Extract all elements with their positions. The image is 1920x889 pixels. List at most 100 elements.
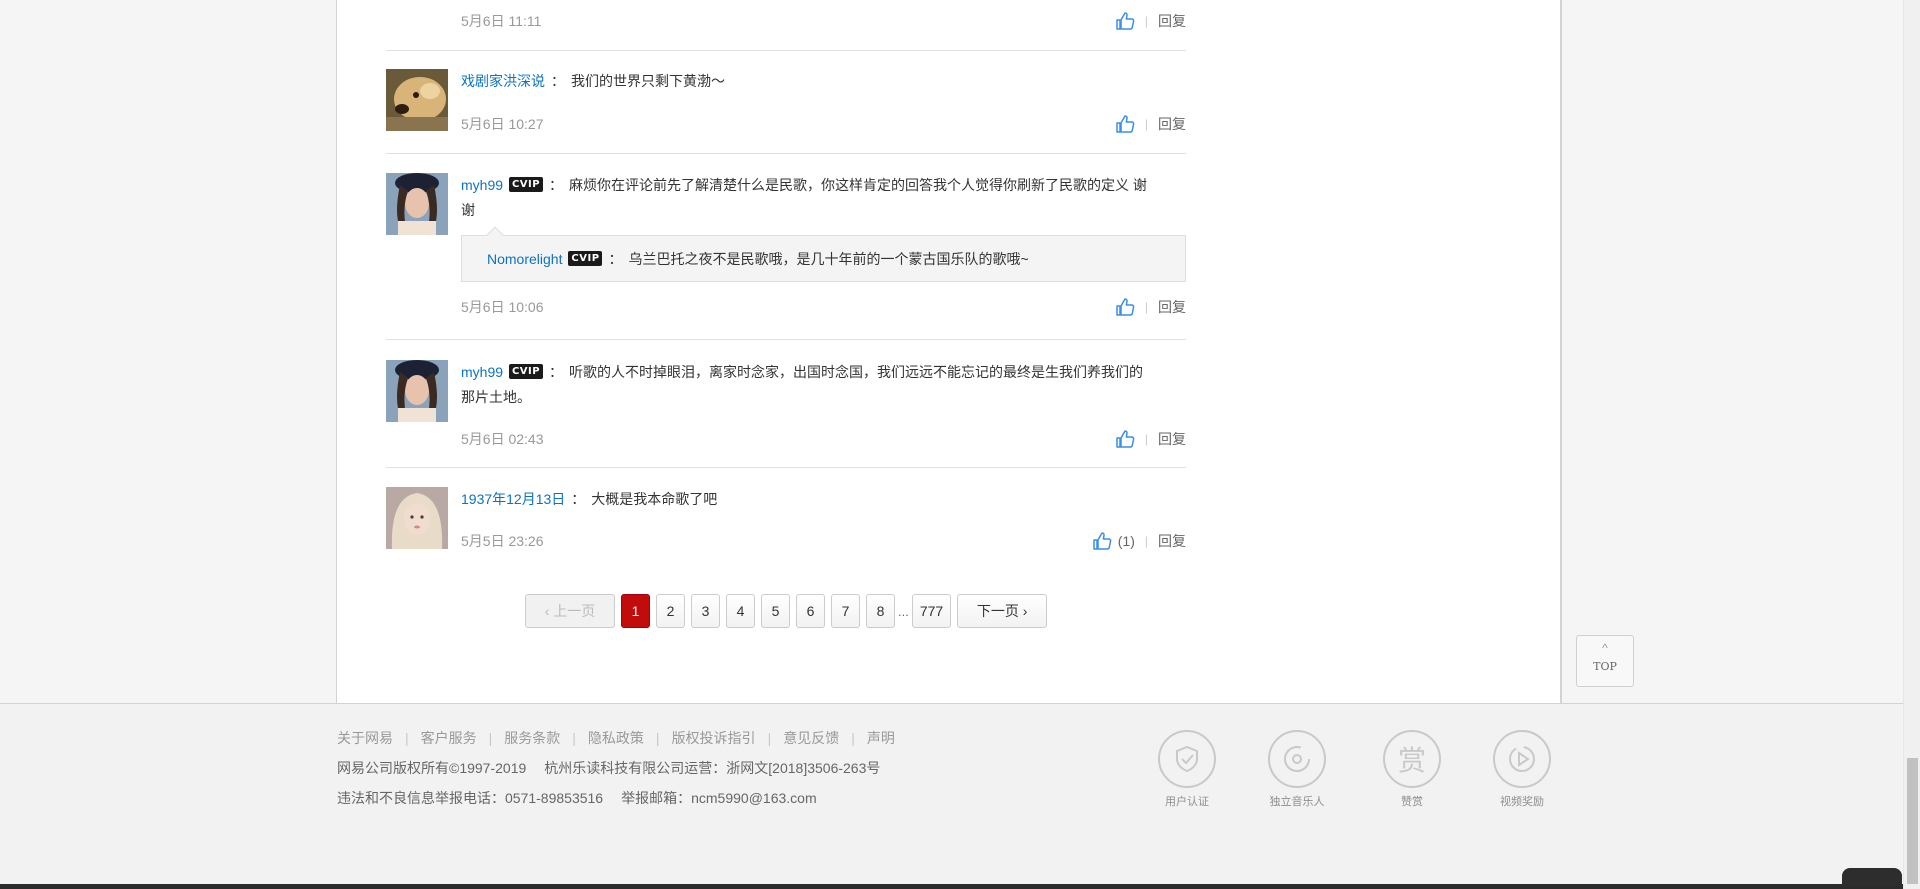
prev-page-button[interactable]: ‹ 上一页 [525,594,615,628]
next-page-button[interactable]: 下一页 › [957,594,1048,628]
thumbs-up-icon[interactable] [1115,11,1135,31]
action-separator: | [1144,534,1148,548]
back-to-top-button[interactable]: ^ TOP [1576,635,1634,687]
cvip-badge: CVIP [568,251,603,267]
chevron-right-icon: › [1018,603,1028,619]
comment-body: 1937年12月13日：大概是我本命歌了吧 [461,491,718,507]
quote-body: Nomorelight CVIP：乌兰巴托之夜不是民歌哦，是几十年前的一个蒙古国乐… [487,251,1029,267]
like-count: (1) [1117,533,1135,549]
reward-icon: 赏 [1383,730,1441,788]
site-footer: 关于网易 | 客户服务 | 服务条款 | 隐私政策 | 版权投诉指引 | 意见反馈 | 声明 网易公司版… [0,703,1920,889]
footer-report-line: 违法和不良信息举报电话：0571-89853516 举报邮箱：ncm5990@16… [337,788,817,808]
comment-divider [386,339,1186,340]
page-button[interactable]: 3 [691,594,720,628]
thumbs-up-icon[interactable] [1115,297,1135,317]
comment-body: 戏剧家洪深说：我们的世界只剩下黄渤～ [461,73,725,89]
page-button[interactable]: 6 [796,594,825,628]
report-email-text: 举报邮箱：ncm5990@163.com [621,790,817,806]
music-disc-icon [1268,730,1326,788]
comment-text: 听歌的人不时掉眼泪，离家时念家，出国时念国，我们远远不能忘记的最终是生我们养我们… [569,364,1144,380]
comment-divider [386,153,1186,154]
page-button[interactable]: 2 [656,594,685,628]
comment-meta: 5月6日 10:27 | 回复 [461,114,1186,134]
comment-actions: | 回复 [1115,114,1186,134]
user-avatar[interactable] [386,173,448,235]
comment-text: 谢 [461,202,475,218]
scrollbar-thumb[interactable] [1907,758,1918,884]
comment-body: myh99 CVIP：听歌的人不时掉眼泪，离家时念家，出国时念国，我们远远不能忘记… [461,364,1144,380]
page-ellipsis: ... [898,603,909,619]
badge-label: 用户认证 [1165,796,1209,808]
comment-meta: 5月5日 23:26 (1) | 回复 [461,531,1186,551]
quote-username[interactable]: Nomorelight [487,251,562,267]
thumbs-up-icon[interactable] [1092,531,1112,551]
comment-time: 5月6日 10:06 [461,299,544,315]
page-button[interactable]: 5 [761,594,790,628]
badge-video-reward[interactable]: 视频奖励 [1482,730,1562,809]
footer-links: 关于网易 | 客户服务 | 服务条款 | 隐私政策 | 版权投诉指引 | 意见反馈 | 声明 [337,730,895,746]
comment-username[interactable]: myh99 [461,177,503,193]
reply-button[interactable]: 回复 [1158,531,1186,551]
page-button[interactable]: 7 [831,594,860,628]
quote-text: 乌兰巴托之夜不是民歌哦，是几十年前的一个蒙古国乐队的歌哦~ [628,251,1029,267]
comment-text: 大概是我本命歌了吧 [591,491,718,507]
thumbs-up-icon[interactable] [1115,114,1135,134]
shield-check-icon [1158,730,1216,788]
user-avatar[interactable] [386,69,448,131]
cvip-badge: CVIP [509,177,544,193]
action-separator: | [1144,432,1148,446]
badge-independent-musician[interactable]: 独立音乐人 [1257,730,1337,809]
footer-link-service[interactable]: 客户服务 [421,730,477,746]
comment-text: 麻烦你在评论前先了解清楚什么是民歌，你这样肯定的回答我个人觉得你刷新了民歌的定义… [569,177,1147,193]
comment-time: 5月5日 23:26 [461,533,544,549]
badge-label: 视频奖励 [1500,796,1544,808]
comment-actions: | 回复 [1115,297,1186,317]
quoted-comment: Nomorelight CVIP：乌兰巴托之夜不是民歌哦，是几十年前的一个蒙古国乐… [461,226,1186,282]
comment-actions: (1) | 回复 [1092,531,1186,551]
page-button-last[interactable]: 777 [911,594,952,628]
reply-button[interactable]: 回复 [1158,11,1186,31]
sidebar-divider [1560,0,1561,703]
player-lock-tab[interactable] [1842,868,1902,886]
page-background: 5月6日 11:11 | 回复 戏剧家洪深说 ： 我们的世界只剩下黄渤～ 5月6… [0,0,1920,703]
footer-link-statement[interactable]: 声明 [867,730,895,746]
chevron-up-icon: ^ [1602,641,1608,655]
badge-label: 独立音乐人 [1269,796,1325,808]
page-button-current[interactable]: 1 [621,594,650,628]
action-separator: | [1144,117,1148,131]
action-separator: | [1144,300,1148,314]
chevron-left-icon: ‹ [544,603,554,619]
reply-button[interactable]: 回复 [1158,429,1186,449]
footer-link-about[interactable]: 关于网易 [337,730,393,746]
badge-user-verification[interactable]: 用户认证 [1147,730,1227,809]
comment-body-continued: 那片土地。 [461,385,1186,410]
comment-time: 5月6日 11:11 [461,13,542,29]
pagination: ‹ 上一页 1 2 3 4 5 6 7 8 ... 777 下一页 › [525,594,1048,628]
comment-username[interactable]: myh99 [461,364,503,380]
page-button[interactable]: 4 [726,594,755,628]
action-separator: | [1144,14,1148,28]
cvip-badge: CVIP [509,364,544,380]
user-avatar[interactable] [386,487,448,549]
comment-meta: 5月6日 02:43 | 回复 [461,429,1186,449]
badge-reward[interactable]: 赏 赞赏 [1372,730,1452,809]
comment-actions: | 回复 [1115,11,1186,31]
comment-text: 我们的世界只剩下黄渤～ [571,73,725,89]
comment-meta: 5月6日 10:06 | 回复 [461,297,1186,317]
comment-divider [386,467,1186,468]
page-button[interactable]: 8 [866,594,895,628]
footer-link-feedback[interactable]: 意见反馈 [783,730,839,746]
footer-link-copyright-complaint[interactable]: 版权投诉指引 [672,730,756,746]
footer-link-privacy[interactable]: 隐私政策 [588,730,644,746]
comment-divider [386,50,1186,51]
player-bar-edge [0,884,1903,889]
footer-link-terms[interactable]: 服务条款 [504,730,560,746]
vertical-scrollbar[interactable] [1903,0,1920,889]
user-avatar[interactable] [386,360,448,422]
footer-copyright-line: 网易公司版权所有©1997-2019 杭州乐读科技有限公司运营：浙网文[2018]… [337,758,880,778]
thumbs-up-icon[interactable] [1115,429,1135,449]
comment-username[interactable]: 戏剧家洪深说 [461,73,545,89]
reply-button[interactable]: 回复 [1158,114,1186,134]
reply-button[interactable]: 回复 [1158,297,1186,317]
comment-username[interactable]: 1937年12月13日 [461,491,565,507]
